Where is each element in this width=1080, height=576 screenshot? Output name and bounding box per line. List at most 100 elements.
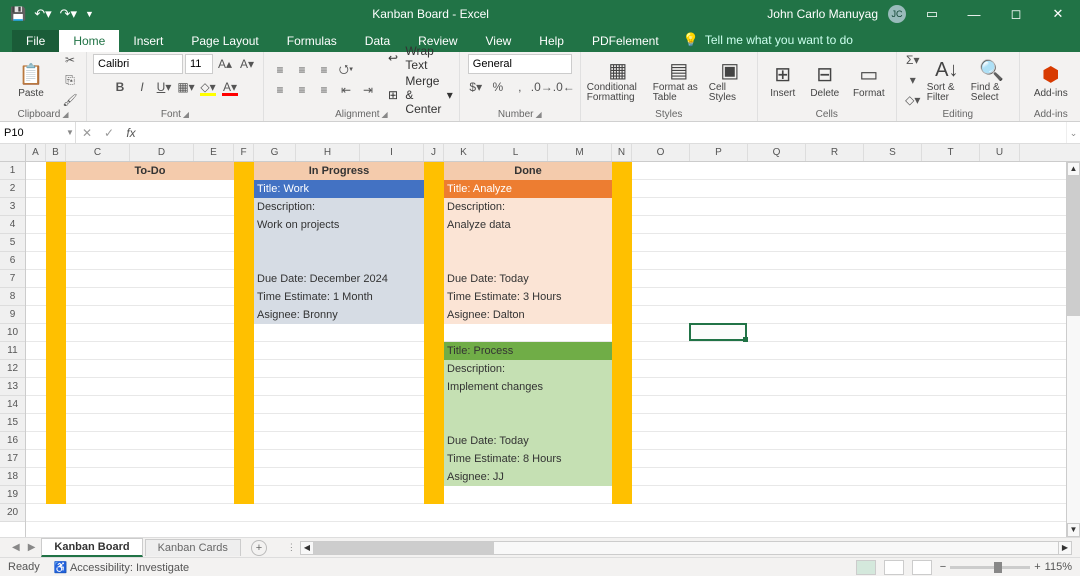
zoom-level[interactable]: 115% — [1045, 561, 1072, 573]
paste-button[interactable]: 📋 Paste — [6, 62, 56, 99]
row-header-16[interactable]: 16 — [0, 432, 25, 450]
card-analyze-desc2[interactable]: Analyze data — [444, 216, 612, 234]
separator-col-N[interactable] — [612, 162, 632, 504]
format-cells-button[interactable]: ▭Format — [848, 62, 890, 99]
tab-insert[interactable]: Insert — [119, 30, 177, 52]
font-size-input[interactable] — [185, 54, 213, 74]
copy-icon[interactable]: ⎘ — [60, 71, 80, 89]
fill-icon[interactable]: ▾ — [903, 71, 923, 89]
card-process-desc[interactable]: Description: — [444, 360, 612, 378]
header-inprogress[interactable]: In Progress — [254, 162, 424, 180]
col-header-A[interactable]: A — [26, 144, 46, 161]
col-header-R[interactable]: R — [806, 144, 864, 161]
increase-indent-icon[interactable]: ⇥ — [358, 81, 378, 99]
tab-file[interactable]: File — [12, 30, 59, 52]
card-analyze-spacer[interactable] — [444, 234, 612, 270]
col-header-S[interactable]: S — [864, 144, 922, 161]
card-process-asg[interactable]: Asignee: JJ — [444, 468, 612, 486]
card-process-est[interactable]: Time Estimate: 8 Hours — [444, 450, 612, 468]
name-box-input[interactable] — [0, 125, 62, 141]
col-header-J[interactable]: J — [424, 144, 444, 161]
col-header-H[interactable]: H — [296, 144, 360, 161]
accessibility-status[interactable]: ♿ Accessibility: Investigate — [54, 561, 189, 574]
find-select-button[interactable]: 🔍Find & Select — [971, 57, 1013, 103]
number-format-input[interactable] — [468, 54, 572, 74]
card-process-due[interactable]: Due Date: Today — [444, 432, 612, 450]
fx-icon[interactable]: fx — [120, 126, 142, 140]
currency-icon[interactable]: $▾ — [466, 78, 486, 96]
decrease-indent-icon[interactable]: ⇤ — [336, 81, 356, 99]
card-process-desc2[interactable]: Implement changes — [444, 378, 612, 396]
enter-formula-icon[interactable]: ✓ — [98, 126, 120, 140]
card-process-spacer[interactable] — [444, 396, 612, 432]
row-header-1[interactable]: 1 — [0, 162, 25, 180]
row-header-13[interactable]: 13 — [0, 378, 25, 396]
italic-icon[interactable]: I — [132, 78, 152, 96]
card-work-desc[interactable]: Description: — [254, 198, 424, 216]
autosum-icon[interactable]: Σ▾ — [903, 51, 923, 69]
col-header-P[interactable]: P — [690, 144, 748, 161]
zoom-in-button[interactable]: + — [1034, 561, 1040, 573]
card-analyze-title[interactable]: Title: Analyze — [444, 180, 612, 198]
row-header-18[interactable]: 18 — [0, 468, 25, 486]
zoom-thumb[interactable] — [994, 562, 1002, 573]
comma-icon[interactable]: , — [510, 78, 530, 96]
col-header-M[interactable]: M — [548, 144, 612, 161]
conditional-formatting-button[interactable]: ▦Conditional Formatting — [587, 57, 649, 103]
maximize-button[interactable]: ◻ — [1000, 6, 1032, 22]
cells-area[interactable]: ABCDEFGHIJKLMNOPQRSTU To-DoIn ProgressDo… — [26, 144, 1080, 537]
zoom-slider[interactable] — [950, 566, 1030, 569]
user-avatar[interactable]: JC — [888, 5, 906, 23]
card-work-due[interactable]: Due Date: December 2024 — [254, 270, 424, 288]
close-button[interactable]: ✕ — [1042, 6, 1074, 22]
col-header-T[interactable]: T — [922, 144, 980, 161]
row-header-10[interactable]: 10 — [0, 324, 25, 342]
vertical-scrollbar[interactable]: ▲ ▼ — [1066, 162, 1080, 537]
separator-col-J[interactable] — [424, 162, 444, 504]
dialog-launcher-icon[interactable]: ◢ — [382, 110, 388, 119]
hscroll-thumb[interactable] — [314, 542, 494, 554]
orientation-icon[interactable]: ⭯▾ — [336, 61, 356, 79]
card-analyze-due[interactable]: Due Date: Today — [444, 270, 612, 288]
vscroll-thumb[interactable] — [1067, 176, 1080, 316]
dialog-launcher-icon[interactable]: ◢ — [62, 110, 68, 119]
border-icon[interactable]: ▦▾ — [176, 78, 196, 96]
row-header-12[interactable]: 12 — [0, 360, 25, 378]
col-header-L[interactable]: L — [484, 144, 548, 161]
select-all-corner[interactable] — [0, 144, 25, 162]
sheet-tab-active[interactable]: Kanban Board — [41, 538, 142, 557]
row-header-19[interactable]: 19 — [0, 486, 25, 504]
formula-input[interactable] — [142, 125, 1066, 141]
card-analyze-est[interactable]: Time Estimate: 3 Hours — [444, 288, 612, 306]
fill-color-icon[interactable]: ◇▾ — [198, 78, 218, 96]
user-name[interactable]: John Carlo Manuyag — [767, 7, 878, 21]
percent-icon[interactable]: % — [488, 78, 508, 96]
underline-icon[interactable]: U▾ — [154, 78, 174, 96]
name-box[interactable]: ▼ — [0, 122, 76, 143]
sheet-nav-prev-icon[interactable]: ◀ — [8, 542, 24, 553]
tab-view[interactable]: View — [472, 30, 526, 52]
tab-home[interactable]: Home — [59, 30, 119, 52]
align-center-icon[interactable]: ≡ — [292, 81, 312, 99]
save-icon[interactable]: 💾 — [10, 6, 26, 22]
insert-cells-button[interactable]: ⊞Insert — [764, 62, 802, 99]
normal-view-button[interactable] — [856, 560, 876, 575]
redo-icon[interactable]: ↷▾ — [60, 6, 77, 22]
dialog-launcher-icon[interactable]: ◢ — [183, 110, 189, 119]
dialog-launcher-icon[interactable]: ◢ — [535, 110, 541, 119]
col-header-G[interactable]: G — [254, 144, 296, 161]
card-work-desc2[interactable]: Work on projects — [254, 216, 424, 234]
increase-decimal-icon[interactable]: .0→ — [532, 78, 552, 96]
row-header-15[interactable]: 15 — [0, 414, 25, 432]
col-header-D[interactable]: D — [130, 144, 194, 161]
card-analyze-asg[interactable]: Asignee: Dalton — [444, 306, 612, 324]
row-header-14[interactable]: 14 — [0, 396, 25, 414]
scroll-right-icon[interactable]: ▶ — [1058, 541, 1072, 555]
row-header-3[interactable]: 3 — [0, 198, 25, 216]
col-header-O[interactable]: O — [632, 144, 690, 161]
expand-formula-bar-icon[interactable]: ⌄ — [1066, 122, 1080, 143]
addins-button[interactable]: ⬢Add-ins — [1026, 62, 1076, 99]
col-header-B[interactable]: B — [46, 144, 66, 161]
col-header-N[interactable]: N — [612, 144, 632, 161]
delete-cells-button[interactable]: ⊟Delete — [806, 62, 844, 99]
